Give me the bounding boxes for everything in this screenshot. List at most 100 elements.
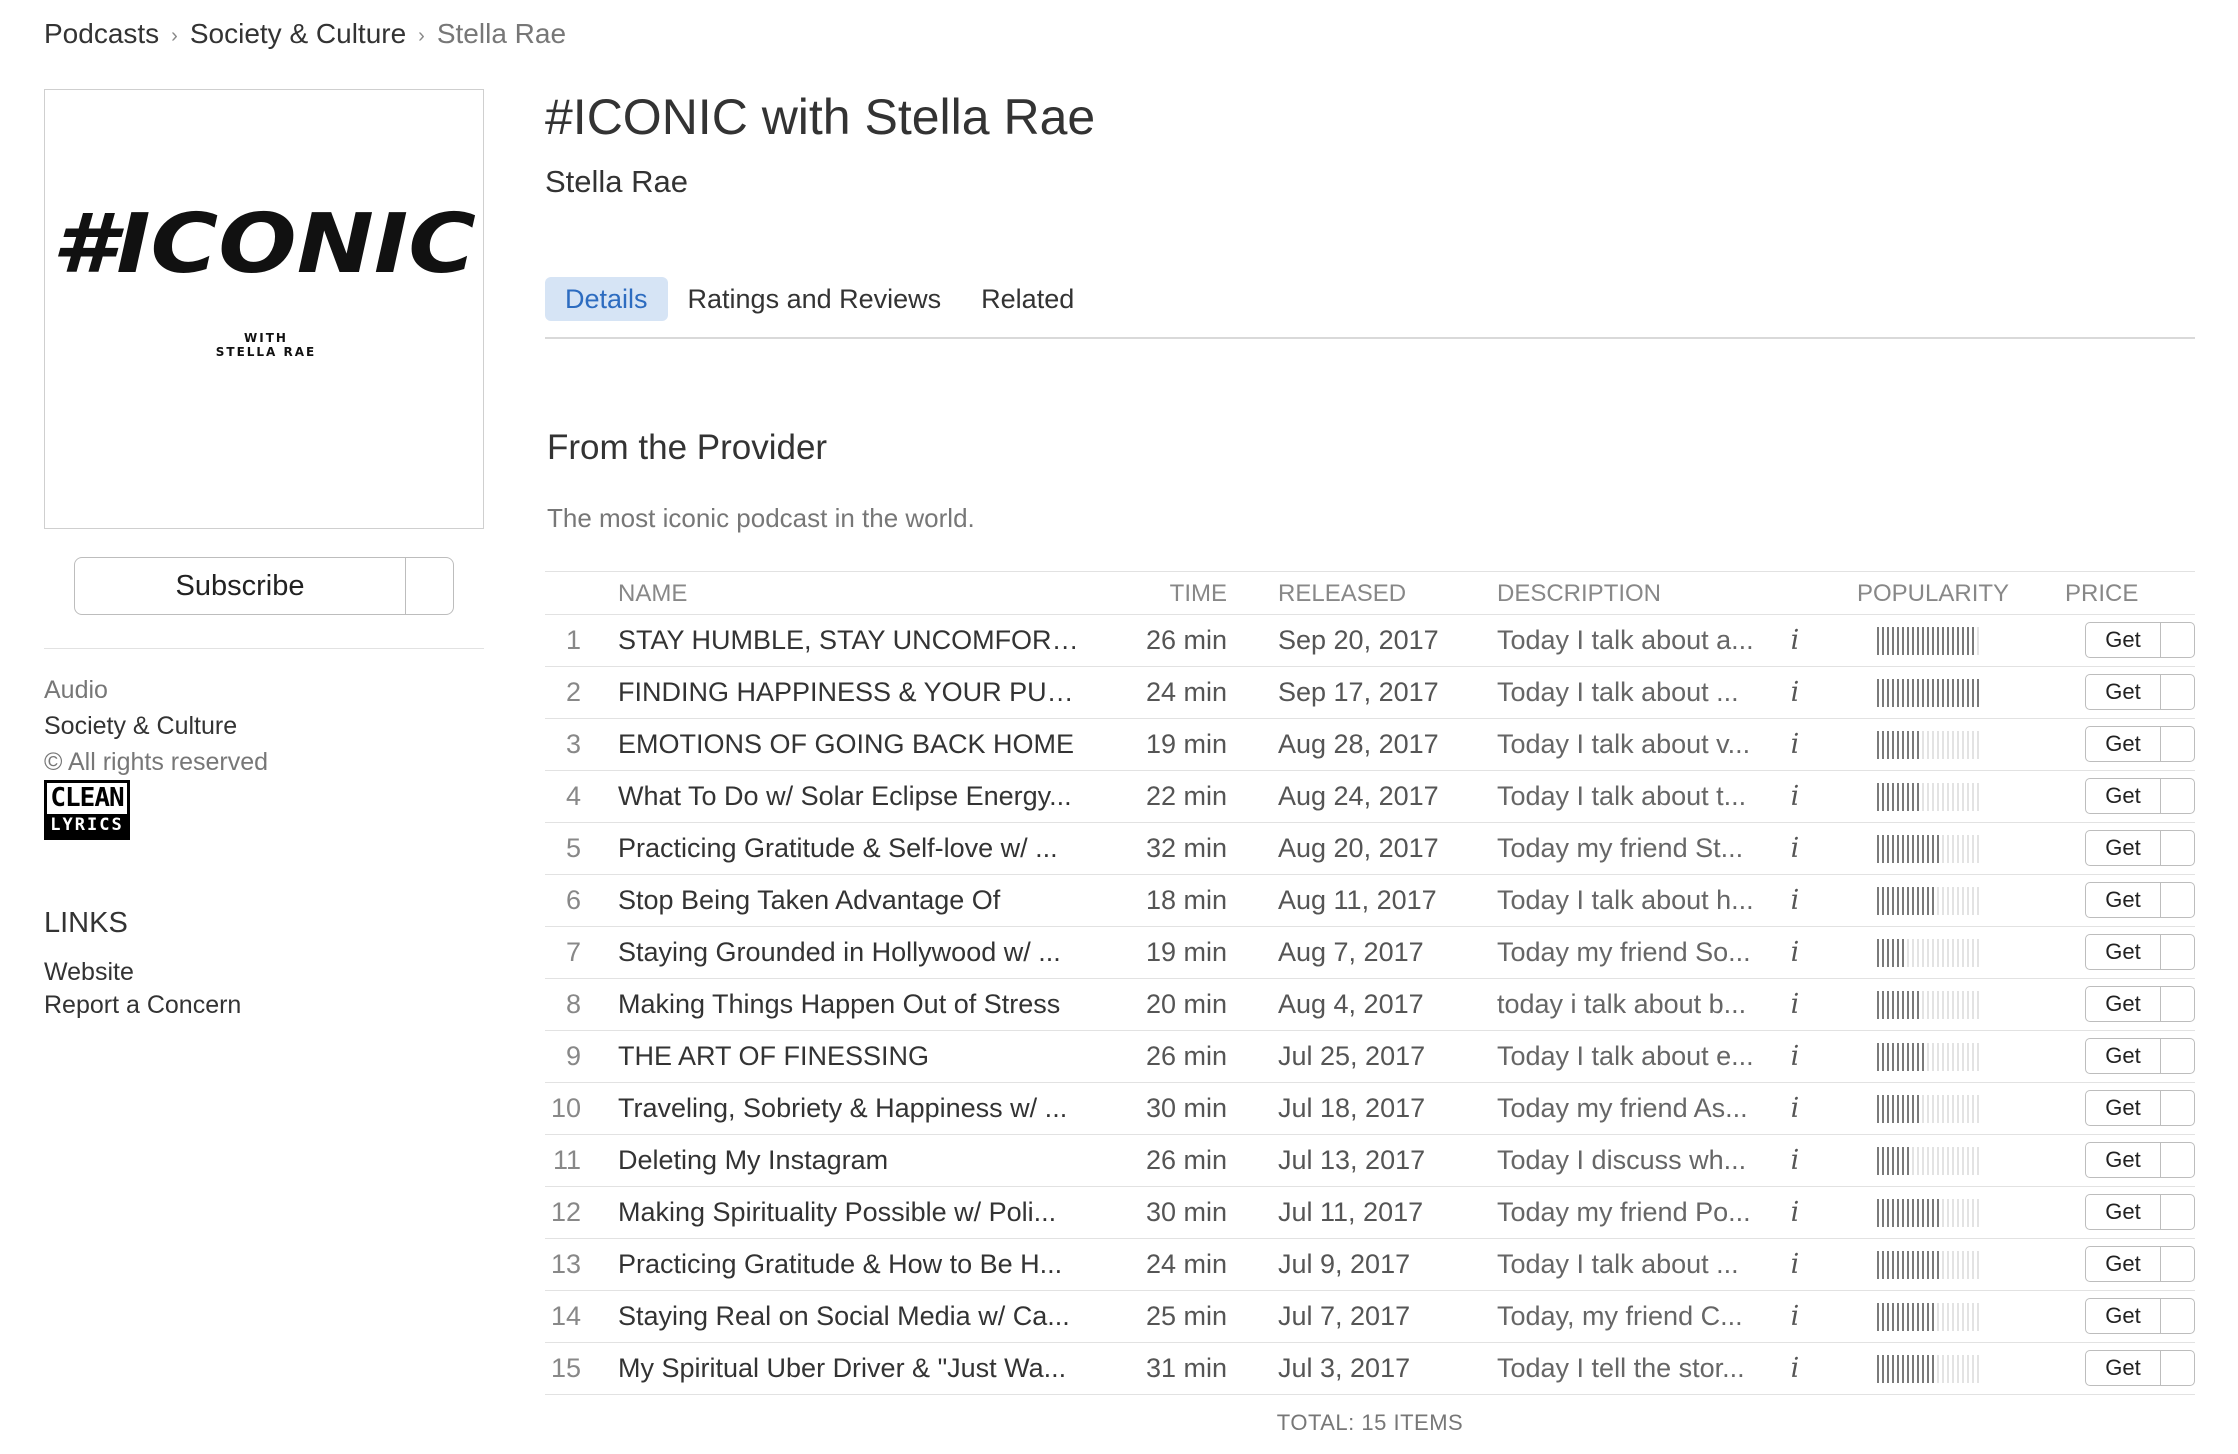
- info-icon[interactable]: i: [1780, 875, 1810, 926]
- popularity-meter: [1877, 979, 1981, 1030]
- subscribe-dropdown-button[interactable]: [405, 558, 453, 614]
- header-time[interactable]: TIME: [1105, 580, 1227, 608]
- get-dropdown-button[interactable]: [2160, 1039, 2194, 1073]
- header-description[interactable]: DESCRIPTION: [1497, 580, 1661, 608]
- get-button[interactable]: Get: [2086, 987, 2160, 1021]
- table-row[interactable]: 5 Practicing Gratitude & Self-love w/ ...…: [545, 823, 2195, 875]
- header-name[interactable]: NAME: [618, 580, 687, 608]
- episode-name[interactable]: Practicing Gratitude & How to Be H...: [618, 1239, 1088, 1290]
- get-button[interactable]: Get: [2086, 1039, 2160, 1073]
- info-icon[interactable]: i: [1780, 771, 1810, 822]
- table-row[interactable]: 4 What To Do w/ Solar Eclipse Energy... 22…: [545, 771, 2195, 823]
- podcast-author[interactable]: Stella Rae: [545, 164, 688, 200]
- episode-time: 18 min: [1145, 885, 1227, 915]
- episode-name[interactable]: Staying Real on Social Media w/ Ca...: [618, 1291, 1088, 1342]
- info-icon[interactable]: i: [1780, 1031, 1810, 1082]
- get-dropdown-button[interactable]: [2160, 1195, 2194, 1229]
- table-row[interactable]: 2 FINDING HAPPINESS & YOUR PUR... 24 min Se…: [545, 667, 2195, 719]
- episode-name[interactable]: EMOTIONS OF GOING BACK HOME: [618, 719, 1088, 770]
- table-row[interactable]: 1 STAY HUMBLE, STAY UNCOMFORA... 26 min Sep…: [545, 615, 2195, 667]
- get-button[interactable]: Get: [2086, 675, 2160, 709]
- episode-name[interactable]: FINDING HAPPINESS & YOUR PUR...: [618, 667, 1088, 718]
- episode-name[interactable]: Making Things Happen Out of Stress: [618, 979, 1088, 1030]
- get-button[interactable]: Get: [2086, 831, 2160, 865]
- episode-name[interactable]: What To Do w/ Solar Eclipse Energy...: [618, 771, 1088, 822]
- get-dropdown-button[interactable]: [2160, 1247, 2194, 1281]
- info-icon[interactable]: i: [1780, 1135, 1810, 1186]
- subscribe-button[interactable]: Subscribe: [75, 558, 405, 614]
- get-dropdown-button[interactable]: [2160, 623, 2194, 657]
- get-dropdown-button[interactable]: [2160, 1299, 2194, 1333]
- get-dropdown-button[interactable]: [2160, 1091, 2194, 1125]
- episode-name[interactable]: STAY HUMBLE, STAY UNCOMFORA...: [618, 615, 1088, 666]
- get-button[interactable]: Get: [2086, 1247, 2160, 1281]
- website-link[interactable]: Website: [44, 956, 241, 989]
- breadcrumb-podcasts[interactable]: Podcasts: [44, 18, 159, 50]
- info-icon[interactable]: i: [1780, 823, 1810, 874]
- info-icon[interactable]: i: [1780, 1083, 1810, 1134]
- info-icon[interactable]: i: [1780, 927, 1810, 978]
- get-button[interactable]: Get: [2086, 727, 2160, 761]
- table-row[interactable]: 14 Staying Real on Social Media w/ Ca... 2…: [545, 1291, 2195, 1343]
- episode-released: Jul 11, 2017: [1278, 1197, 1424, 1227]
- episode-name[interactable]: Traveling, Sobriety & Happiness w/ ...: [618, 1083, 1088, 1134]
- get-button[interactable]: Get: [2086, 1143, 2160, 1177]
- tab-ratings-and-reviews[interactable]: Ratings and Reviews: [668, 277, 962, 321]
- episode-released: Aug 28, 2017: [1278, 729, 1439, 759]
- get-dropdown-button[interactable]: [2160, 831, 2194, 865]
- info-icon[interactable]: i: [1780, 1291, 1810, 1342]
- table-row[interactable]: 13 Practicing Gratitude & How to Be H... 2…: [545, 1239, 2195, 1291]
- get-dropdown-button[interactable]: [2160, 1143, 2194, 1177]
- breadcrumb-society-culture[interactable]: Society & Culture: [190, 18, 406, 50]
- get-button[interactable]: Get: [2086, 883, 2160, 917]
- table-row[interactable]: 7 Staying Grounded in Hollywood w/ ... 19 …: [545, 927, 2195, 979]
- get-dropdown-button[interactable]: [2160, 987, 2194, 1021]
- header-price[interactable]: PRICE: [2065, 580, 2138, 608]
- tab-details[interactable]: Details: [545, 277, 668, 321]
- episode-name[interactable]: THE ART OF FINESSING: [618, 1031, 1088, 1082]
- info-icon[interactable]: i: [1780, 615, 1810, 666]
- info-icon[interactable]: i: [1780, 719, 1810, 770]
- get-dropdown-button[interactable]: [2160, 883, 2194, 917]
- tab-related[interactable]: Related: [961, 277, 1094, 321]
- table-row[interactable]: 15 My Spiritual Uber Driver & "Just Wa...…: [545, 1343, 2195, 1395]
- info-icon[interactable]: i: [1780, 1343, 1810, 1394]
- episode-name[interactable]: Practicing Gratitude & Self-love w/ ...: [618, 823, 1088, 874]
- header-popularity[interactable]: POPULARITY: [1857, 580, 2009, 608]
- table-row[interactable]: 10 Traveling, Sobriety & Happiness w/ ...…: [545, 1083, 2195, 1135]
- get-button[interactable]: Get: [2086, 1299, 2160, 1333]
- get-dropdown-button[interactable]: [2160, 935, 2194, 969]
- header-released[interactable]: RELEASED: [1278, 580, 1406, 608]
- table-row[interactable]: 12 Making Spirituality Possible w/ Poli..…: [545, 1187, 2195, 1239]
- meta-genre[interactable]: Society & Culture: [44, 708, 268, 744]
- table-row[interactable]: 9 THE ART OF FINESSING 26 min Jul 25, 2017 T…: [545, 1031, 2195, 1083]
- get-dropdown-button[interactable]: [2160, 779, 2194, 813]
- table-row[interactable]: 3 EMOTIONS OF GOING BACK HOME 19 min Aug 28…: [545, 719, 2195, 771]
- get-dropdown-button[interactable]: [2160, 1351, 2194, 1385]
- get-button[interactable]: Get: [2086, 623, 2160, 657]
- table-row[interactable]: 6 Stop Being Taken Advantage Of 18 min Aug …: [545, 875, 2195, 927]
- report-concern-link[interactable]: Report a Concern: [44, 989, 241, 1022]
- episode-name[interactable]: Staying Grounded in Hollywood w/ ...: [618, 927, 1088, 978]
- episode-name[interactable]: Deleting My Instagram: [618, 1135, 1088, 1186]
- episode-name[interactable]: My Spiritual Uber Driver & "Just Wa...: [618, 1343, 1088, 1394]
- get-dropdown-button[interactable]: [2160, 727, 2194, 761]
- get-button[interactable]: Get: [2086, 1091, 2160, 1125]
- get-button[interactable]: Get: [2086, 1195, 2160, 1229]
- episode-time: 32 min: [1145, 833, 1227, 863]
- info-icon[interactable]: i: [1780, 1239, 1810, 1290]
- episode-name[interactable]: Making Spirituality Possible w/ Poli...: [618, 1187, 1088, 1238]
- get-button[interactable]: Get: [2086, 779, 2160, 813]
- get-button[interactable]: Get: [2086, 1351, 2160, 1385]
- info-icon[interactable]: i: [1780, 979, 1810, 1030]
- table-row[interactable]: 11 Deleting My Instagram 26 min Jul 13, 201…: [545, 1135, 2195, 1187]
- table-row[interactable]: 8 Making Things Happen Out of Stress 20 mi…: [545, 979, 2195, 1031]
- info-icon[interactable]: i: [1780, 667, 1810, 718]
- get-dropdown-button[interactable]: [2160, 675, 2194, 709]
- popularity-bar-fill: [1877, 1303, 1935, 1331]
- info-icon[interactable]: i: [1780, 1187, 1810, 1238]
- get-button[interactable]: Get: [2086, 935, 2160, 969]
- episode-name[interactable]: Stop Being Taken Advantage Of: [618, 875, 1088, 926]
- episode-released: Jul 18, 2017: [1278, 1093, 1426, 1123]
- table-body: 1 STAY HUMBLE, STAY UNCOMFORA... 26 min Sep…: [545, 615, 2195, 1395]
